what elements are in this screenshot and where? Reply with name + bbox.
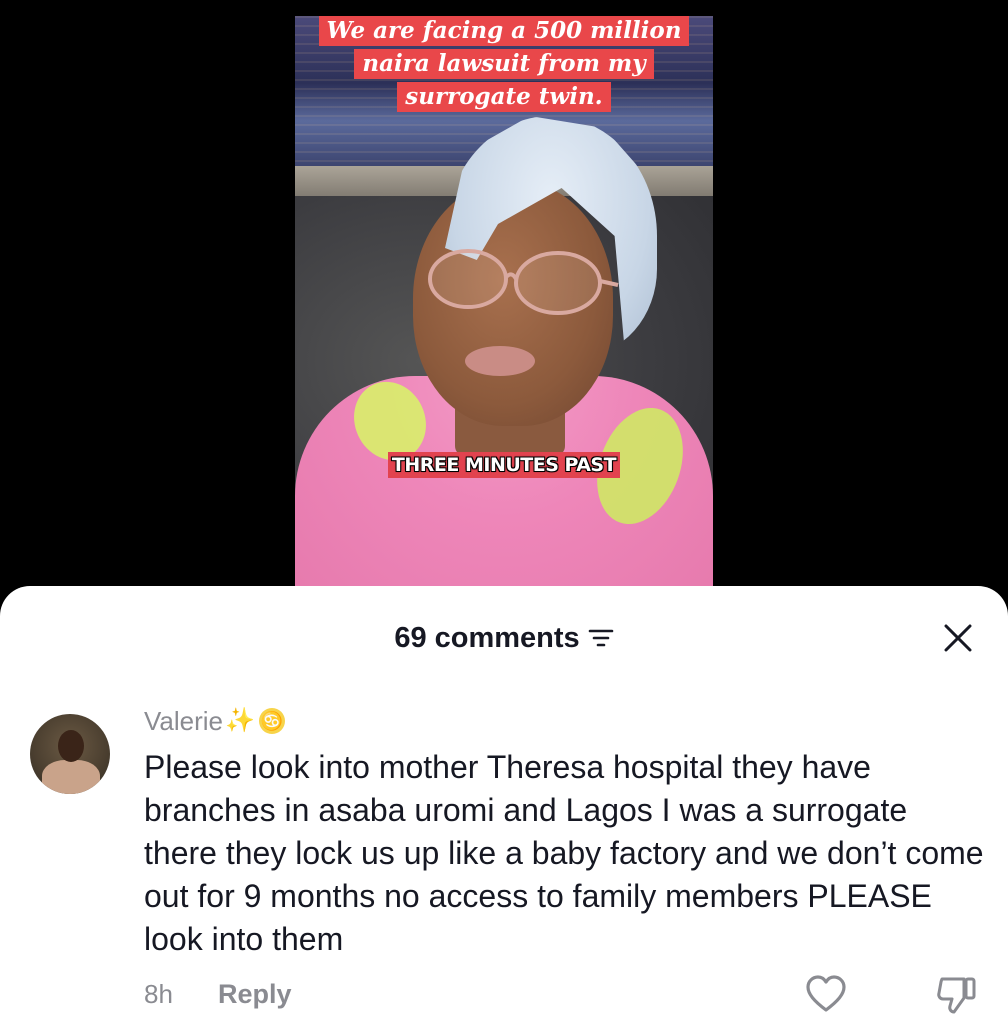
sparkles-icon: ✨ [225,707,255,734]
video-frame[interactable]: We are facing a 500 million naira lawsui… [295,16,713,600]
caption-line-3: surrogate twin. [397,82,611,112]
heart-outline-icon[interactable] [804,974,848,1014]
cancer-zodiac-icon: ♋ [258,708,285,734]
comment-meta: 8h Reply [144,974,984,1014]
comment-username-row[interactable]: Valerie ✨ ♋ [144,704,285,738]
comment-timestamp: 8h [144,979,173,1009]
subtitle-text: THREE MINUTES PAST [387,452,621,478]
caption-line-2: naira lawsuit from my [354,49,654,79]
close-icon[interactable] [942,622,974,654]
comments-count: 69 comments [394,622,580,654]
video-top-caption: We are facing a 500 million naira lawsui… [295,16,713,115]
avatar-face [58,730,84,762]
thumbs-down-icon[interactable] [934,974,978,1016]
comments-sheet: 69 comments Valerie ✨ ♋ Please look into… [0,586,1008,1020]
reply-button[interactable]: Reply [218,974,292,1014]
person-glasses [428,249,619,315]
avatar[interactable] [30,714,110,794]
video-player[interactable]: We are facing a 500 million naira lawsui… [0,0,1008,600]
comments-header: 69 comments [0,616,1008,660]
comment-username[interactable]: Valerie [144,704,223,738]
filter-lines-icon[interactable] [588,628,614,648]
avatar-body [42,760,100,794]
comment-text: Please look into mother Theresa hospital… [144,749,984,957]
comments-count-row: 69 comments [0,616,1008,660]
video-subtitle: THREE MINUTES PAST [295,452,713,478]
caption-line-1: We are facing a 500 million [318,16,690,46]
person-lips [465,346,535,376]
